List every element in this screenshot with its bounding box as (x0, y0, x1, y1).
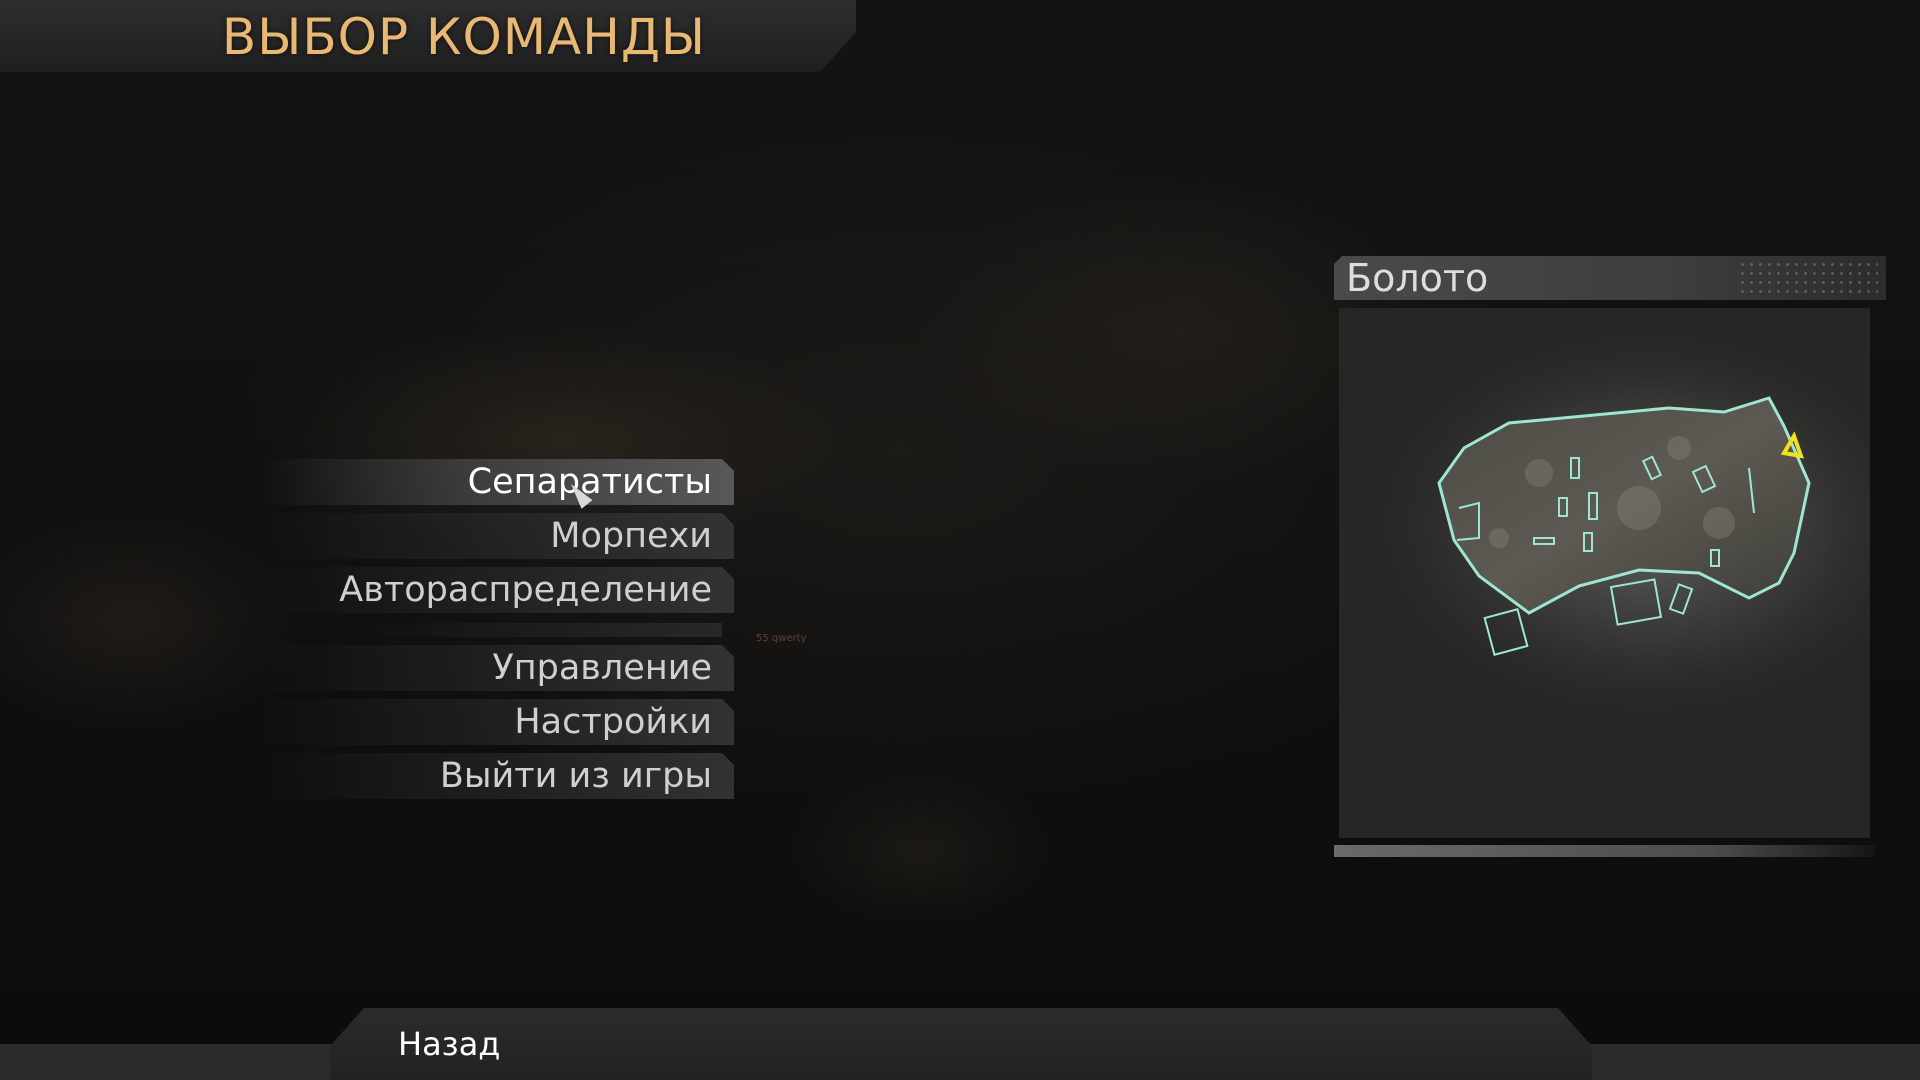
menu-item-controls[interactable]: Управление (262, 645, 734, 691)
map-minimap (1339, 308, 1870, 838)
minimap-image (1379, 333, 1870, 713)
dots-pattern (1738, 260, 1878, 296)
menu-item-marines[interactable]: Морпехи (262, 513, 734, 559)
menu-item-quit-game[interactable]: Выйти из игры (262, 753, 734, 799)
menu-item-separatists[interactable]: Сепаратисты (262, 459, 734, 505)
menu-divider (360, 623, 722, 637)
fps-counter: 55 qwerty (756, 633, 807, 644)
fps-value: 55 (756, 633, 769, 644)
map-header: Болото (1334, 256, 1886, 300)
map-preview-panel: Болото (1334, 256, 1886, 860)
team-select-screen: ВЫБОР КОМАНДЫ Сепаратисты Морпехи Автора… (0, 0, 1920, 1080)
map-name: Болото (1346, 256, 1489, 300)
menu-item-options[interactable]: Настройки (262, 699, 734, 745)
menu-item-autoassign[interactable]: Автораспределение (262, 567, 734, 613)
back-button[interactable]: Назад (398, 1022, 500, 1066)
footer-bar (330, 1008, 1592, 1080)
map-bottom-bar (1334, 845, 1874, 857)
fps-suffix: qwerty (771, 633, 807, 644)
page-title: ВЫБОР КОМАНДЫ (221, 8, 706, 66)
